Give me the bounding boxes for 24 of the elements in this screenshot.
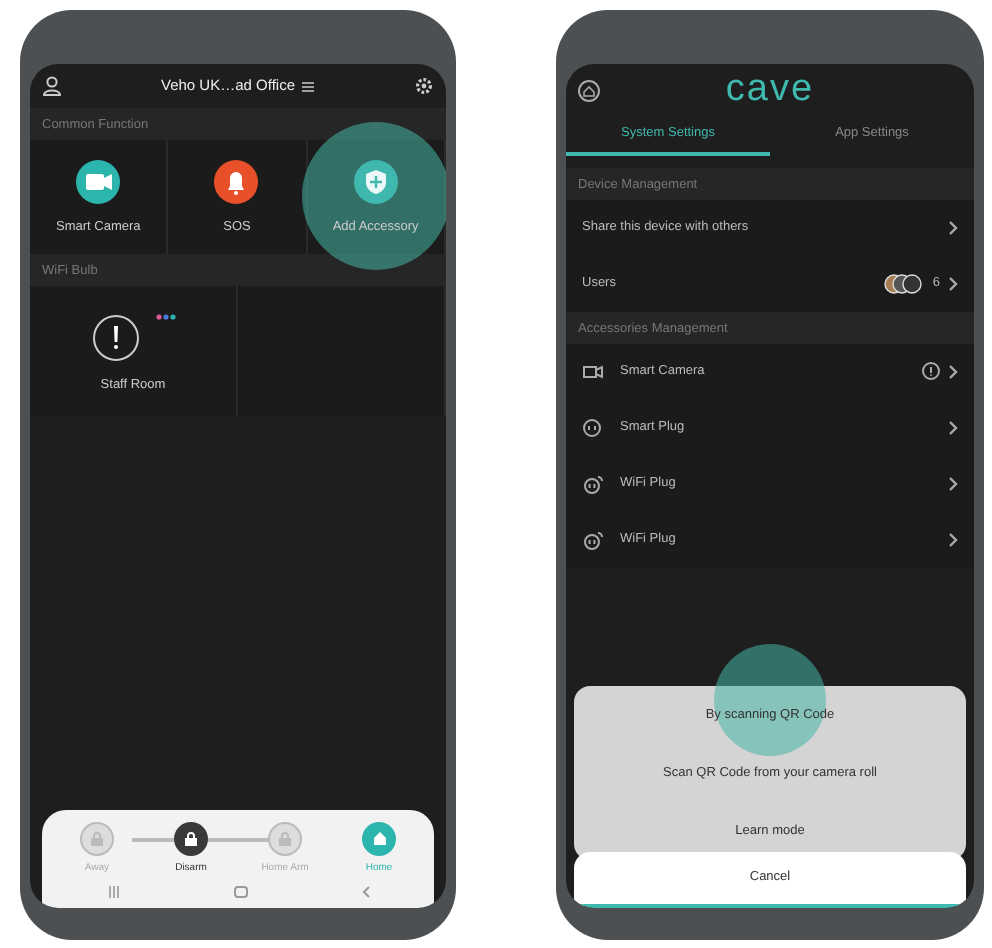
person-icon[interactable] <box>42 76 62 96</box>
menu-icon[interactable] <box>302 81 315 91</box>
plug-icon <box>582 417 604 438</box>
lock-icon <box>184 831 198 845</box>
chevron-icon <box>948 475 958 492</box>
home-icon <box>371 830 387 846</box>
wifi-plug-icon <box>582 529 604 550</box>
app-logo: cave <box>723 65 817 114</box>
wifi-plug-icon <box>582 473 604 494</box>
chevron-icon <box>948 531 958 548</box>
chevron-icon <box>948 275 958 292</box>
chevron-icon <box>948 219 958 236</box>
chevron-icon <box>948 419 958 436</box>
back-icon[interactable] <box>361 886 369 898</box>
lock-icon <box>90 831 104 845</box>
chevron-icon <box>948 363 958 380</box>
user-avatars-icon <box>884 273 925 294</box>
lock-icon <box>278 831 292 845</box>
bulb-icon <box>91 313 139 362</box>
camera-icon <box>582 361 604 382</box>
home-button-icon[interactable] <box>233 886 247 898</box>
color-dots-icon <box>155 313 175 320</box>
settings-icon[interactable] <box>413 76 434 96</box>
home-icon[interactable] <box>578 79 600 101</box>
